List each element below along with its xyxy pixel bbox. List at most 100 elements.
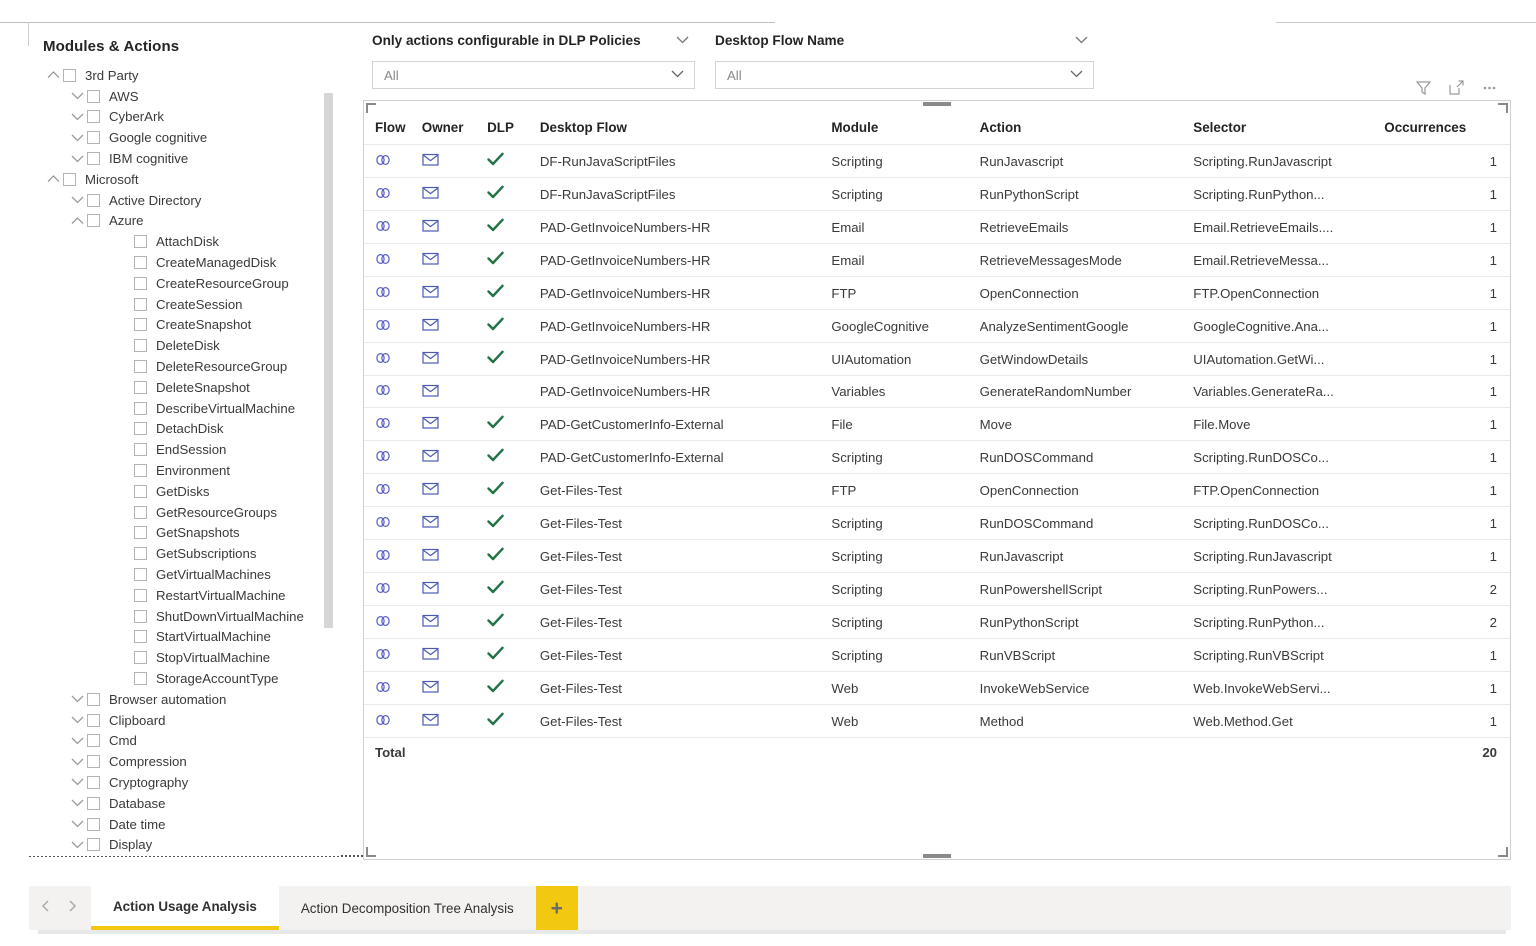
envelope-icon[interactable] bbox=[422, 252, 439, 268]
cell-flow[interactable] bbox=[364, 407, 422, 441]
envelope-icon[interactable] bbox=[422, 614, 439, 630]
tree-item-checkbox[interactable] bbox=[87, 131, 100, 145]
tree-item-checkbox[interactable] bbox=[134, 672, 147, 685]
page-tab[interactable]: Action Decomposition Tree Analysis bbox=[278, 886, 536, 930]
tree-item-checkbox[interactable] bbox=[134, 297, 147, 311]
cell-owner[interactable] bbox=[421, 276, 488, 310]
cell-owner[interactable] bbox=[421, 638, 488, 672]
tree-item[interactable]: CreateResourceGroup bbox=[29, 273, 339, 294]
envelope-icon[interactable] bbox=[422, 482, 439, 498]
table-row[interactable]: PAD-GetInvoiceNumbers-HR UIAutomation GetW… bbox=[364, 342, 1510, 376]
table-row[interactable]: DF-RunJavaScriptFiles Scripting RunPythonS… bbox=[364, 177, 1510, 211]
tree-item-checkbox[interactable] bbox=[63, 172, 76, 186]
tree-item-checkbox[interactable] bbox=[134, 443, 147, 457]
tree-item[interactable]: Azure bbox=[29, 211, 339, 232]
flow-link-icon[interactable] bbox=[375, 581, 392, 598]
envelope-icon[interactable] bbox=[422, 153, 439, 169]
cell-flow[interactable] bbox=[364, 440, 422, 474]
table-row[interactable]: Get-Files-Test Scripting RunDOSCommand Scri… bbox=[364, 506, 1510, 540]
tree-item[interactable]: Microsoft bbox=[29, 169, 339, 190]
tree-item-checkbox[interactable] bbox=[87, 110, 100, 124]
tree-item-checkbox[interactable] bbox=[134, 276, 147, 290]
tree-item[interactable]: AttachDisk bbox=[29, 231, 339, 252]
chevron-down-icon[interactable] bbox=[676, 35, 689, 47]
tree-item-checkbox[interactable] bbox=[134, 380, 147, 394]
tree-item[interactable]: AWS bbox=[29, 86, 339, 107]
chevron-down-icon[interactable] bbox=[67, 814, 87, 834]
envelope-icon[interactable] bbox=[422, 416, 439, 432]
cell-owner[interactable] bbox=[421, 144, 488, 178]
chevron-down-icon[interactable] bbox=[67, 689, 87, 709]
cell-owner[interactable] bbox=[421, 704, 488, 738]
flow-link-icon[interactable] bbox=[375, 647, 392, 664]
slicer-dlp-configurable[interactable]: Only actions configurable in DLP Policie… bbox=[372, 33, 695, 89]
flow-link-icon[interactable] bbox=[375, 548, 392, 565]
tree-item-checkbox[interactable] bbox=[134, 630, 147, 644]
focus-mode-icon[interactable] bbox=[1448, 79, 1465, 101]
chevron-down-icon[interactable] bbox=[67, 710, 87, 730]
cell-owner[interactable] bbox=[421, 539, 488, 573]
chevron-down-icon[interactable] bbox=[67, 190, 87, 210]
cell-flow[interactable] bbox=[364, 342, 422, 376]
column-header-dlp[interactable]: DLP bbox=[487, 114, 540, 145]
chevron-up-icon[interactable] bbox=[43, 65, 63, 85]
slicer-dlp-dropdown[interactable]: All bbox=[372, 61, 695, 89]
chevron-up-icon[interactable] bbox=[67, 211, 87, 231]
cell-owner[interactable] bbox=[421, 671, 488, 705]
cell-owner[interactable] bbox=[421, 407, 488, 441]
tree-item-checkbox[interactable] bbox=[134, 401, 147, 415]
envelope-icon[interactable] bbox=[422, 515, 439, 531]
tree-item[interactable]: StartVirtualMachine bbox=[29, 627, 339, 648]
resize-handle-top-right[interactable] bbox=[1498, 103, 1508, 113]
tree-item-checkbox[interactable] bbox=[134, 256, 147, 270]
envelope-icon[interactable] bbox=[422, 548, 439, 564]
column-header-selector[interactable]: Selector bbox=[1193, 114, 1384, 145]
envelope-icon[interactable] bbox=[422, 384, 439, 400]
cell-owner[interactable] bbox=[421, 473, 488, 507]
envelope-icon[interactable] bbox=[422, 647, 439, 663]
flow-link-icon[interactable] bbox=[375, 153, 392, 170]
chevron-down-icon[interactable] bbox=[1070, 69, 1083, 81]
cell-owner[interactable] bbox=[421, 506, 488, 540]
table-row[interactable]: Get-Files-Test Scripting RunJavascript Scri… bbox=[364, 539, 1510, 573]
chevron-down-icon[interactable] bbox=[67, 731, 87, 751]
cell-flow[interactable] bbox=[364, 605, 422, 639]
column-header-owner[interactable]: Owner bbox=[422, 114, 487, 145]
cell-flow[interactable] bbox=[364, 144, 422, 178]
cell-owner[interactable] bbox=[421, 605, 488, 639]
flow-link-icon[interactable] bbox=[375, 449, 392, 466]
tree-item[interactable]: CreateSnapshot bbox=[29, 315, 339, 336]
more-options-icon[interactable] bbox=[1481, 79, 1498, 101]
flow-link-icon[interactable] bbox=[375, 515, 392, 532]
tree-item[interactable]: GetResourceGroups bbox=[29, 502, 339, 523]
tree-item-checkbox[interactable] bbox=[134, 422, 147, 436]
tree-item[interactable]: Cmd bbox=[29, 731, 339, 752]
cell-flow[interactable] bbox=[364, 506, 422, 540]
cell-flow[interactable] bbox=[364, 374, 422, 408]
tree-item-checkbox[interactable] bbox=[134, 609, 147, 623]
tree-item[interactable]: CreateSession bbox=[29, 294, 339, 315]
tree-item[interactable]: Display bbox=[29, 834, 339, 855]
chevron-up-icon[interactable] bbox=[43, 169, 63, 189]
table-row[interactable]: Get-Files-Test Scripting RunPowershellScri… bbox=[364, 572, 1510, 606]
tree-item-checkbox[interactable] bbox=[87, 755, 100, 769]
tree-item[interactable]: Environment bbox=[29, 460, 339, 481]
envelope-icon[interactable] bbox=[422, 449, 439, 465]
flow-link-icon[interactable] bbox=[375, 383, 392, 400]
tree-item-checkbox[interactable] bbox=[134, 484, 147, 498]
tree-item-checkbox[interactable] bbox=[134, 568, 147, 582]
flow-link-icon[interactable] bbox=[375, 219, 392, 236]
cell-flow[interactable] bbox=[364, 309, 422, 343]
tree-item[interactable]: IBM cognitive bbox=[29, 148, 339, 169]
tree-item-checkbox[interactable] bbox=[134, 360, 147, 374]
table-row[interactable]: PAD-GetCustomerInfo-External Scripting Run… bbox=[364, 440, 1510, 474]
tree-item-checkbox[interactable] bbox=[63, 68, 76, 82]
flow-link-icon[interactable] bbox=[375, 318, 392, 335]
tree-item[interactable]: StopVirtualMachine bbox=[29, 647, 339, 668]
tree-item-checkbox[interactable] bbox=[87, 817, 100, 831]
modules-actions-slicer[interactable]: Modules & Actions 3rd Party AWS CyberArk Go… bbox=[29, 26, 339, 856]
table-row[interactable]: PAD-GetInvoiceNumbers-HR Email RetrieveEma… bbox=[364, 210, 1510, 244]
cell-flow[interactable] bbox=[364, 276, 422, 310]
tree-item[interactable]: DeleteDisk bbox=[29, 335, 339, 356]
chevron-right-icon[interactable] bbox=[68, 899, 77, 917]
